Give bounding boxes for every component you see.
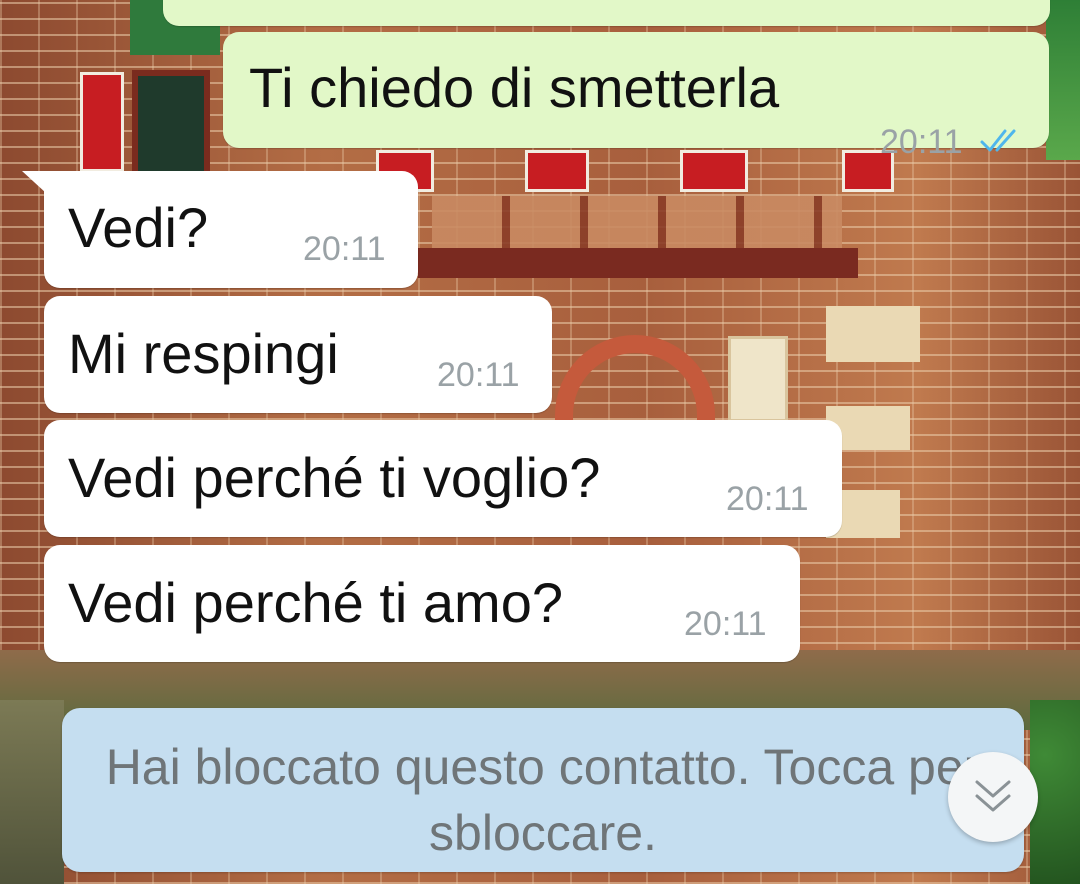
- message-time: 20:11: [303, 230, 386, 268]
- message-text: Vedi perché ti voglio?: [68, 446, 601, 509]
- message-bubble-partial[interactable]: [163, 0, 1050, 26]
- bubble-tail: [22, 171, 46, 193]
- message-bubble-outgoing[interactable]: Ti chiedo di smetterla 20:11: [223, 32, 1049, 161]
- blocked-contact-banner[interactable]: Hai bloccato questo contatto. Tocca per …: [62, 708, 1024, 872]
- message-time: 20:11: [437, 356, 520, 394]
- blocked-contact-text: Hai bloccato questo contatto. Tocca per …: [105, 739, 981, 861]
- message-text: Mi respingi: [68, 322, 339, 385]
- scroll-to-bottom-button[interactable]: [948, 752, 1038, 842]
- chat-screen: Ti chiedo di smetterla 20:11 Vedi? 20:11…: [0, 0, 1080, 884]
- message-time: 20:11: [684, 605, 767, 643]
- message-text: Vedi?: [68, 196, 209, 259]
- message-time: 20:11: [726, 480, 809, 518]
- double-chevron-down-icon: [975, 780, 1011, 812]
- message-text: Vedi perché ti amo?: [68, 571, 563, 634]
- double-check-icon: [980, 129, 1016, 152]
- message-time: 20:11: [880, 123, 963, 161]
- message-text: Ti chiedo di smetterla: [249, 56, 780, 119]
